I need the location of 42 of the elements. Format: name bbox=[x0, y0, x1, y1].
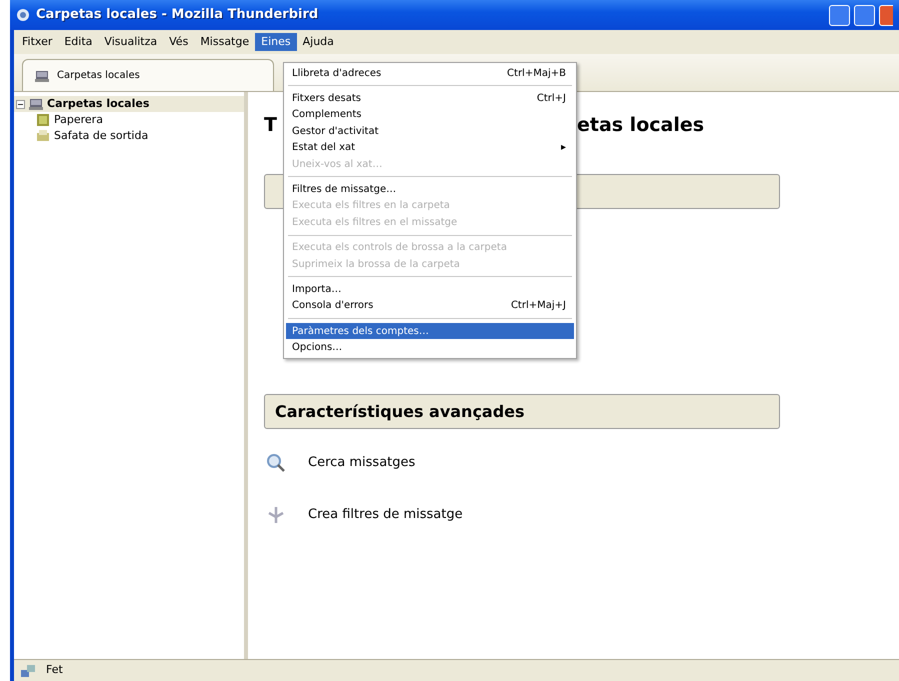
maximize-button[interactable] bbox=[854, 4, 875, 26]
trash-icon bbox=[36, 113, 50, 127]
minimize-button[interactable] bbox=[829, 4, 850, 26]
drive-icon bbox=[29, 97, 43, 111]
menu-item[interactable]: Paràmetres dels comptes… bbox=[286, 323, 574, 340]
menu-item[interactable]: Filtres de missatge… bbox=[286, 181, 574, 198]
menu-item[interactable]: Consola d'errors Ctrl+Maj+J bbox=[286, 298, 574, 314]
close-button[interactable] bbox=[879, 4, 893, 26]
menu-item[interactable]: Fitxers desats Ctrl+J bbox=[286, 90, 574, 107]
menu-item[interactable]: Complements bbox=[286, 106, 574, 124]
shortcut-text: Ctrl+Maj+B bbox=[507, 66, 566, 81]
heading-text: T bbox=[264, 112, 277, 138]
drive-icon bbox=[35, 68, 49, 82]
menu-item[interactable]: Visualitza bbox=[98, 32, 164, 52]
menu-item[interactable]: Vés bbox=[163, 32, 194, 52]
outbox-icon bbox=[36, 129, 50, 143]
shortcut-text: Ctrl+J bbox=[536, 92, 566, 106]
window-title: Carpetas locales - Mozilla Thunderbird bbox=[36, 6, 318, 24]
menu-item[interactable]: Estat del xat ▸ bbox=[286, 140, 574, 156]
menu-item[interactable]: Importa… bbox=[286, 281, 574, 298]
menu-item[interactable]: Eines bbox=[255, 32, 297, 52]
folder-item[interactable]: Paperera bbox=[14, 112, 244, 128]
menu-item[interactable]: Edita bbox=[58, 32, 98, 52]
section-header: Característiques avançades bbox=[264, 394, 780, 429]
folder-item[interactable]: Carpetas locales bbox=[14, 96, 244, 112]
collapse-icon bbox=[16, 100, 25, 108]
shortcut-text: Ctrl+Maj+J bbox=[510, 299, 566, 314]
menu-item[interactable]: Fitxer bbox=[16, 32, 58, 52]
submenu-arrow: ▸ bbox=[560, 141, 566, 156]
app-icon bbox=[16, 8, 30, 22]
folder-item[interactable]: Safata de sortida bbox=[14, 128, 244, 144]
action-link[interactable]: Cerca missatges bbox=[308, 453, 416, 473]
menu-item[interactable]: Ajuda bbox=[296, 32, 340, 52]
action-link[interactable]: Crea filtres de missatge bbox=[308, 505, 463, 525]
menu-item[interactable]: Opcions… bbox=[286, 339, 574, 356]
heading-text: etas locales bbox=[576, 112, 704, 138]
search-icon bbox=[266, 453, 286, 473]
status-text: Fet bbox=[46, 662, 63, 678]
tab[interactable]: Carpetas locales bbox=[22, 59, 274, 91]
menu-item[interactable]: Gestor d'activitat bbox=[286, 123, 574, 140]
menu-item[interactable]: Missatge bbox=[194, 32, 256, 52]
menu-item[interactable]: Llibreta d'adreces Ctrl+Maj+B bbox=[286, 65, 574, 82]
